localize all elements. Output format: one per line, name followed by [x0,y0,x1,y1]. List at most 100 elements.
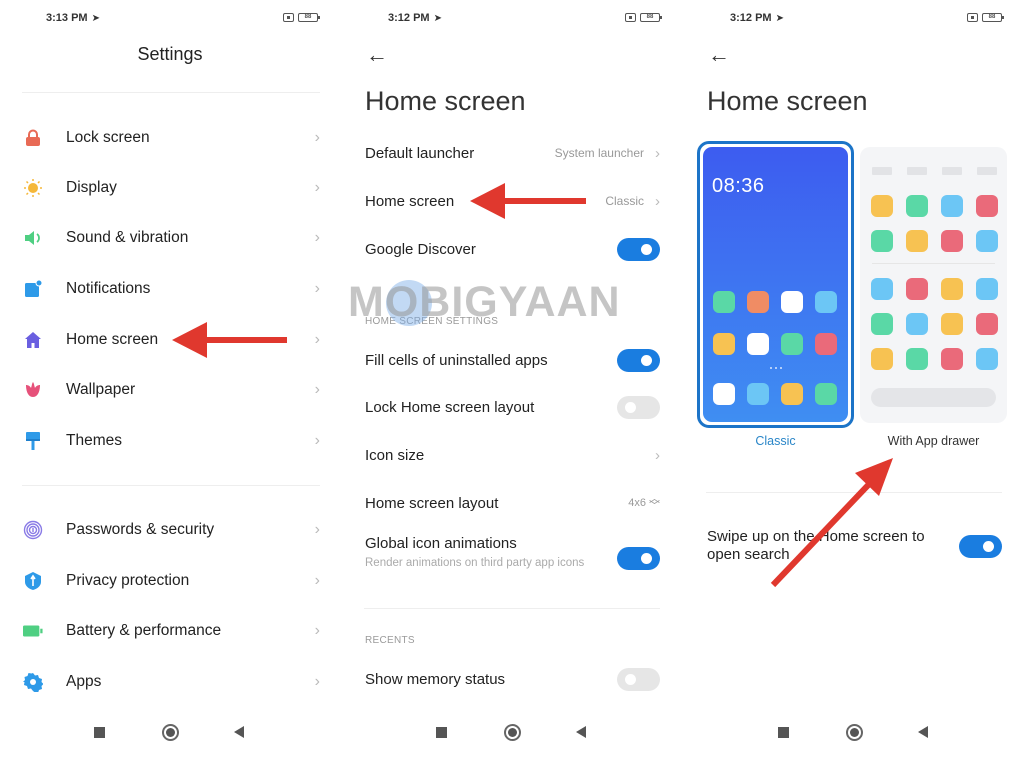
app-icon [871,195,893,217]
home-icon [23,330,43,350]
divider [872,263,995,264]
icon-size-row[interactable]: Icon size › [365,435,660,475]
classic-layout-option[interactable]: 08:36 [697,141,854,428]
sim-icon [283,13,294,22]
default-launcher-row[interactable]: Default launcher System launcher › [365,133,660,173]
home-button[interactable] [846,724,863,741]
drawer-app-grid-bottom [871,278,998,370]
back-button[interactable] [918,726,928,738]
status-time: 3:12 PM [388,12,430,24]
telegram-icon: ➤ [91,13,100,24]
home-screen-mode-value: Classic [605,194,644,208]
back-arrow-icon[interactable]: ← [708,42,730,68]
chevron-right-icon: › [314,129,320,146]
recents-button[interactable] [94,727,105,738]
app-icon [976,195,998,217]
battery-status-icon: 88 [298,13,320,22]
swipe-search-toggle[interactable] [959,534,1002,558]
battery-status-icon: 88 [640,13,662,22]
recents-button[interactable] [436,727,447,738]
chevron-right-icon: › [314,673,320,690]
settings-item-passwords[interactable]: Passwords & security › [0,505,340,555]
home-button[interactable] [504,724,521,741]
settings-item-battery[interactable]: Battery & performance › [0,606,340,656]
speaker-icon [23,228,43,248]
page-title: Home screen [365,86,526,116]
status-time: 3:13 PM [46,12,88,24]
app-icon [976,348,998,370]
classic-app-grid [713,291,837,355]
classic-dock [713,383,837,405]
home-screen-mode-row[interactable]: Home screen Classic › [365,181,660,221]
app-icon [747,383,769,405]
navigation-bar [342,717,682,747]
chevron-right-icon: › [314,331,320,348]
settings-item-display[interactable]: Display › [0,163,340,213]
app-icon [871,230,893,252]
back-arrow-icon[interactable]: ← [366,42,388,68]
fill-cells-toggle[interactable] [617,348,660,372]
chevron-right-icon: › [314,381,320,398]
app-icon [713,291,735,313]
classic-preview-screen: 08:36 [703,147,848,422]
chevron-right-icon: › [314,229,320,246]
classic-label[interactable]: Classic [697,434,854,448]
paint-brush-icon [23,431,43,451]
chevron-right-icon: › [314,622,320,639]
lock-icon [23,128,43,148]
app-icon [815,333,837,355]
settings-item-home-screen[interactable]: Home screen › [0,315,340,365]
home-screen-mode-panel: 3:12 PM ➤ 88 ← Home screen 08:36 Classic… [684,0,1024,759]
settings-item-notifications[interactable]: Notifications › [0,264,340,314]
google-discover-row: Google Discover [365,229,660,269]
back-button[interactable] [576,726,586,738]
icon-animations-toggle[interactable] [617,547,660,570]
settings-item-lock-screen[interactable]: Lock screen › [0,113,340,163]
home-button[interactable] [162,724,179,741]
shield-icon [23,571,43,591]
notification-icon [23,279,43,299]
settings-item-sound[interactable]: Sound & vibration › [0,213,340,263]
sim-icon [625,13,636,22]
app-drawer-label[interactable]: With App drawer [860,434,1007,448]
section-header-home-screen-settings: HOME SCREEN SETTINGS [365,316,499,327]
lock-layout-row: Lock Home screen layout [365,387,660,427]
app-drawer-layout-option[interactable] [860,147,1007,423]
memory-status-toggle[interactable] [617,667,660,691]
drawer-app-grid-top [871,195,998,252]
app-icon [941,313,963,335]
icon-animations-sublabel: Render animations on third party app ico… [365,557,585,569]
google-discover-toggle[interactable] [617,237,660,261]
chevron-right-icon: › [655,192,660,210]
sim-icon [967,13,978,22]
back-button[interactable] [234,726,244,738]
app-icon [747,291,769,313]
app-icon [815,383,837,405]
app-icon [941,195,963,217]
settings-item-privacy[interactable]: Privacy protection › [0,556,340,606]
navigation-bar [0,717,340,747]
settings-panel: 3:13 PM ➤ 88 Settings Lock screen › Displ… [0,0,340,759]
home-screen-layout-row[interactable]: Home screen layout 4x6 ︿ ﹀ [365,483,660,523]
layout-value: 4x6 [628,497,646,509]
battery-icon [23,621,43,641]
app-icon [976,230,998,252]
chevron-right-icon: › [314,572,320,589]
status-bar: 3:13 PM ➤ 88 [46,12,320,26]
app-icon [781,291,803,313]
settings-item-apps[interactable]: Apps › [0,657,340,707]
app-icon [713,383,735,405]
telegram-icon: ➤ [433,13,442,24]
app-icon [747,333,769,355]
app-icon [941,278,963,300]
app-icon [781,383,803,405]
battery-status-icon: 88 [982,13,1004,22]
page-title: Home screen [707,86,868,116]
settings-item-wallpaper[interactable]: Wallpaper › [0,365,340,415]
fill-cells-row: Fill cells of uninstalled apps [365,340,660,380]
settings-item-themes[interactable]: Themes › [0,416,340,466]
lock-layout-toggle[interactable] [617,395,660,419]
recents-button[interactable] [778,727,789,738]
divider [706,492,1002,493]
app-icon [906,348,928,370]
